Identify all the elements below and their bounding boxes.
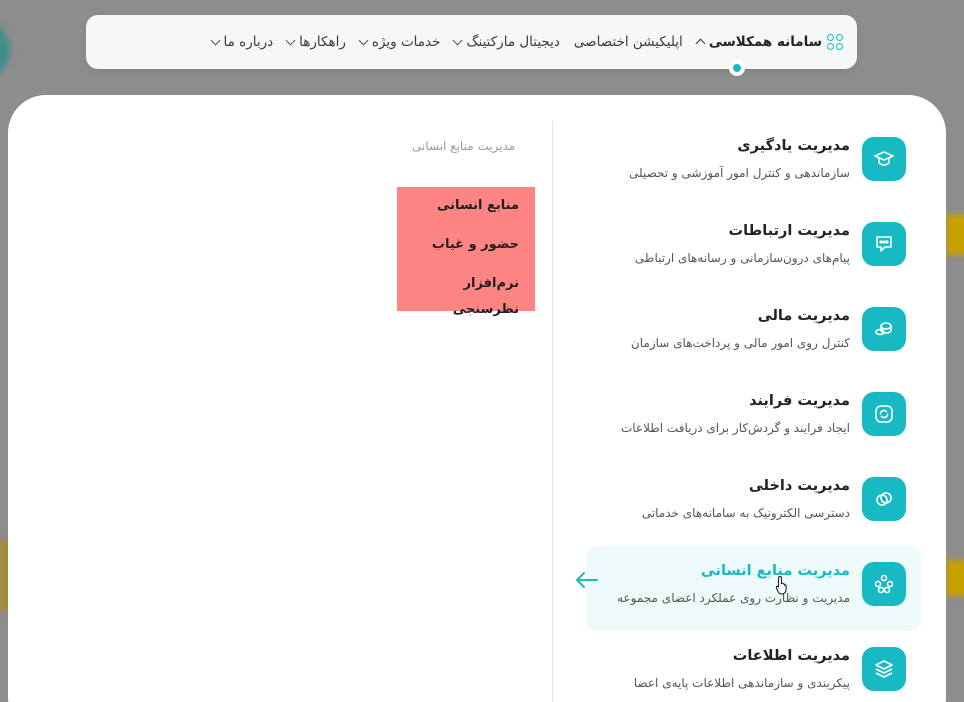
menu-list: مدیریت یادگیری سازماندهی و کنترل امور آم…: [576, 121, 946, 702]
people-network-icon: [862, 562, 906, 606]
menu-item-communications[interactable]: مدیریت ارتباطات پیام‌های درون‌سازمانی و …: [576, 206, 946, 291]
chevron-down-icon: [453, 35, 463, 45]
apps-grid-icon: [827, 34, 843, 50]
nav-item-app[interactable]: اپلیکیشن اختصاصی: [574, 34, 683, 50]
menu-item-title: مدیریت ارتباطات: [728, 223, 850, 239]
chevron-down-icon: [210, 35, 220, 45]
menu-item-title: مدیریت اطلاعات: [732, 648, 850, 664]
submenu-list: منابع انسانی حضور و غیاب نرم‌افزار نظرسن…: [397, 187, 535, 317]
nav-item-label: سامانه همکلاسی: [708, 34, 822, 50]
nav-item-special-services[interactable]: خدمات ویژه: [358, 34, 441, 50]
menu-item-desc: ایجاد فرایند و گردش‌کار برای دریافت اطلا…: [620, 421, 850, 435]
nav-item-label: راهکارها: [299, 34, 346, 50]
chevron-up-icon: [695, 38, 706, 49]
coins-icon: [862, 307, 906, 351]
menu-item-internal[interactable]: مدیریت داخلی دسترسی الکترونیک به سامانه‌…: [576, 461, 946, 546]
link-circles-icon: [862, 477, 906, 521]
chat-bubble-icon: [862, 222, 906, 266]
nav-item-label: اپلیکیشن اختصاصی: [573, 34, 683, 50]
mega-menu-panel: مدیریت یادگیری سازماندهی و کنترل امور آم…: [8, 95, 946, 702]
menu-item-title: مدیریت یادگیری: [737, 138, 850, 154]
nav-item-label: درباره ما: [223, 34, 274, 50]
menu-item-title: مدیریت داخلی: [748, 478, 850, 494]
background-accent: [0, 20, 10, 80]
menu-item-information[interactable]: مدیریت اطلاعات پیکربندی و سازماندهی اطلا…: [576, 631, 946, 702]
nav-item-digital-marketing[interactable]: دیجیتال مارکتینگ: [453, 34, 560, 50]
background-accent: [946, 215, 964, 255]
nav-item-hamkelasi[interactable]: سامانه همکلاسی: [695, 34, 843, 50]
menu-item-desc: سازماندهی و کنترل امور آموزشی و تحصیلی: [629, 166, 850, 180]
submenu-heading: مدیریت منابع انسانی: [412, 139, 516, 153]
nav-item-label: دیجیتال مارکتینگ: [466, 34, 560, 50]
menu-item-learning[interactable]: مدیریت یادگیری سازماندهی و کنترل امور آم…: [576, 121, 946, 206]
menu-item-human-resources[interactable]: مدیریت منابع انسانی مدیریت و نظارت روی ع…: [586, 546, 921, 631]
menu-item-desc: دسترسی الکترونیک به سامانه‌های خدماتی: [641, 506, 850, 520]
hand-cursor-icon: [775, 575, 787, 595]
menu-item-desc: پیکربندی و سازماندهی اطلاعات پایه‌ی اعضا: [633, 676, 850, 690]
submenu-item-attendance[interactable]: حضور و غیاب: [397, 232, 519, 271]
menu-item-title: مدیریت فرایند: [749, 393, 850, 409]
menu-item-process[interactable]: مدیریت فرایند ایجاد فرایند و گردش‌کار بر…: [576, 376, 946, 461]
menu-item-title: مدیریت منابع انسانی: [700, 563, 850, 579]
arrow-left-icon: [576, 572, 598, 588]
active-indicator-dot: [729, 60, 745, 76]
refresh-cycle-icon: [862, 392, 906, 436]
background-accent: [946, 560, 964, 596]
menu-item-desc: مدیریت و نظارت روی عملکرد اعضای مجموعه: [617, 591, 850, 605]
column-divider: [552, 121, 553, 702]
menu-item-desc: پیام‌های درون‌سازمانی و رسانه‌های ارتباط…: [634, 251, 850, 265]
submenu-item-hr[interactable]: منابع انسانی: [397, 193, 519, 232]
chevron-down-icon: [358, 35, 369, 45]
submenu-item-survey[interactable]: نرم‌افزار نظرسنجی: [397, 271, 519, 317]
chevron-down-icon: [285, 35, 296, 45]
nav-item-about[interactable]: درباره ما: [210, 34, 274, 50]
nav-item-solutions[interactable]: راهکارها: [285, 34, 346, 50]
menu-item-finance[interactable]: مدیریت مالی کنترل روی امور مالی و پرداخت…: [576, 291, 946, 376]
nav-item-label: خدمات ویژه: [371, 34, 441, 50]
menu-item-desc: کنترل روی امور مالی و پرداخت‌های سازمان: [630, 336, 850, 350]
layers-icon: [862, 647, 906, 691]
graduation-cap-icon: [862, 137, 906, 181]
menu-item-title: مدیریت مالی: [757, 308, 850, 324]
